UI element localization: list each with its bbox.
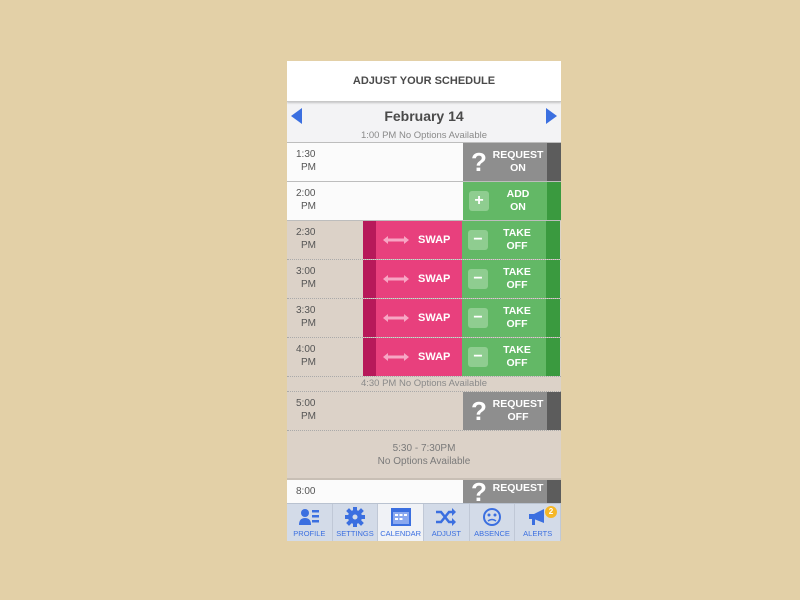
- gear-icon: [345, 507, 365, 527]
- swap-button[interactable]: SWAP: [363, 338, 462, 376]
- date-title: February 14: [384, 108, 464, 124]
- schedule-row: 3:00 PM SWAP − TAKE OFF: [287, 260, 561, 299]
- date-navigator: February 14: [287, 102, 561, 130]
- swap-arrows-icon: [383, 353, 409, 361]
- prev-day-arrow-icon[interactable]: [291, 108, 302, 124]
- swap-arrows-icon: [383, 275, 409, 283]
- phone-screen: ADJUST YOUR SCHEDULE February 14 1:00 PM…: [287, 61, 561, 541]
- take-off-button[interactable]: − TAKE OFF: [462, 260, 546, 298]
- tab-profile[interactable]: PROFILE: [287, 504, 333, 541]
- no-options-block: 5:30 - 7:30PM No Options Available: [287, 431, 561, 480]
- schedule-row: 5:00 PM ? REQUEST OFF: [287, 392, 561, 431]
- no-options-note: 4:30 PM No Options Available: [287, 377, 561, 392]
- swap-button[interactable]: SWAP: [363, 260, 462, 298]
- no-options-note: 1:00 PM No Options Available: [287, 130, 561, 143]
- question-icon: ?: [471, 476, 487, 507]
- swap-arrows-icon: [383, 236, 409, 244]
- time-label: 2:00 PM: [296, 188, 316, 212]
- schedule-row: 4:00 PM SWAP − TAKE OFF: [287, 338, 561, 377]
- question-icon: ?: [471, 146, 487, 177]
- schedule-row: 1:30 PM ? REQUEST ON: [287, 143, 561, 182]
- swap-button[interactable]: SWAP: [363, 221, 462, 259]
- question-icon: ?: [471, 395, 487, 426]
- add-on-button[interactable]: + ADD ON: [463, 182, 547, 220]
- time-label: 3:00 PM: [296, 266, 316, 290]
- swap-button[interactable]: SWAP: [363, 299, 462, 337]
- tab-bar: PROFILE SETTINGS CALENDAR ADJUST ABSENCE…: [287, 503, 561, 541]
- schedule-row: 2:00 PM + ADD ON: [287, 182, 561, 221]
- request-on-button[interactable]: ? REQUEST ON: [463, 143, 547, 181]
- minus-icon: −: [468, 269, 488, 289]
- minus-icon: −: [468, 230, 488, 250]
- next-day-arrow-icon[interactable]: [546, 108, 557, 124]
- tab-alerts[interactable]: 2 ALERTS: [515, 504, 561, 541]
- minus-icon: −: [468, 347, 488, 367]
- tab-settings[interactable]: SETTINGS: [333, 504, 379, 541]
- time-label: 3:30 PM: [296, 305, 316, 329]
- tab-calendar[interactable]: CALENDAR: [378, 504, 425, 541]
- tab-absence[interactable]: ABSENCE: [470, 504, 516, 541]
- plus-icon: +: [469, 191, 489, 211]
- time-label: 2:30 PM: [296, 227, 316, 251]
- request-off-button[interactable]: ? REQUEST OFF: [463, 392, 547, 430]
- swap-arrows-icon: [383, 314, 409, 322]
- take-off-button[interactable]: − TAKE OFF: [462, 338, 546, 376]
- tab-adjust[interactable]: ADJUST: [424, 504, 470, 541]
- take-off-button[interactable]: − TAKE OFF: [462, 299, 546, 337]
- time-label: 4:00 PM: [296, 344, 316, 368]
- time-label: 1:30 PM: [296, 149, 316, 173]
- minus-icon: −: [468, 308, 488, 328]
- absence-face-icon: [483, 508, 502, 526]
- page-title: ADJUST YOUR SCHEDULE: [287, 61, 561, 102]
- shuffle-icon: [436, 508, 457, 526]
- time-label: 5:00 PM: [296, 398, 316, 422]
- profile-icon: [299, 509, 320, 525]
- calendar-icon: [390, 508, 411, 526]
- take-off-button[interactable]: − TAKE OFF: [462, 221, 546, 259]
- alerts-badge: 2: [545, 506, 558, 518]
- schedule-row: 2:30 PM SWAP − TAKE OFF: [287, 221, 561, 260]
- schedule-row: 3:30 PM SWAP − TAKE OFF: [287, 299, 561, 338]
